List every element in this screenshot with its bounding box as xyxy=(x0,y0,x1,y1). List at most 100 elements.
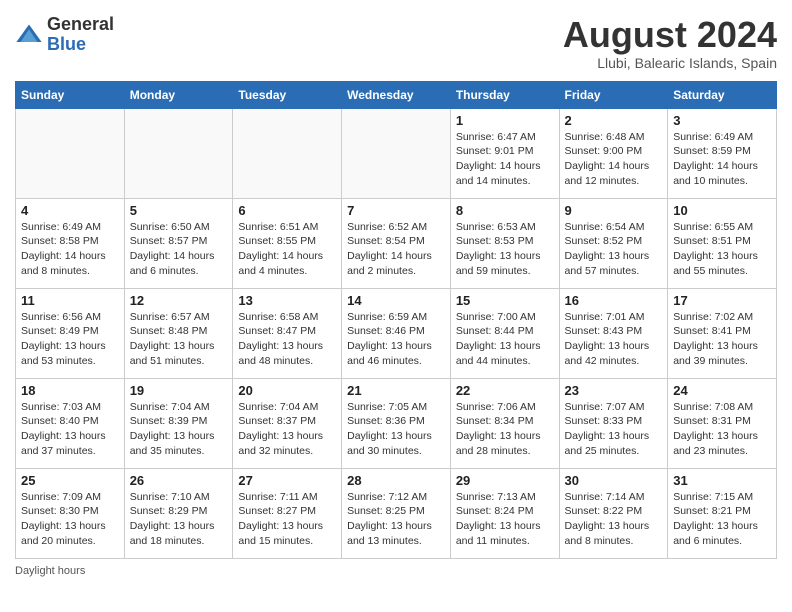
day-info: Sunrise: 7:06 AMSunset: 8:34 PMDaylight:… xyxy=(456,400,554,459)
day-number: 23 xyxy=(565,383,663,398)
calendar-cell: 10 Sunrise: 6:55 AMSunset: 8:51 PMDayligh… xyxy=(668,198,777,288)
day-number: 21 xyxy=(347,383,445,398)
day-number: 13 xyxy=(238,293,336,308)
title-section: August 2024 Llubi, Balearic Islands, Spa… xyxy=(563,15,777,71)
day-number: 30 xyxy=(565,473,663,488)
day-number: 24 xyxy=(673,383,771,398)
calendar-week-row: 4 Sunrise: 6:49 AMSunset: 8:58 PMDaylight… xyxy=(16,198,777,288)
day-info: Sunrise: 6:49 AMSunset: 8:59 PMDaylight:… xyxy=(673,130,771,189)
day-number: 14 xyxy=(347,293,445,308)
day-number: 5 xyxy=(130,203,228,218)
day-number: 29 xyxy=(456,473,554,488)
day-number: 3 xyxy=(673,113,771,128)
day-number: 15 xyxy=(456,293,554,308)
day-info: Sunrise: 7:10 AMSunset: 8:29 PMDaylight:… xyxy=(130,490,228,549)
logo-icon xyxy=(15,21,43,49)
day-number: 18 xyxy=(21,383,119,398)
calendar-cell: 8Sunrise: 6:53 AMSunset: 8:53 PMDaylight… xyxy=(450,198,559,288)
day-info: Sunrise: 6:52 AMSunset: 8:54 PMDaylight:… xyxy=(347,220,445,279)
day-number: 17 xyxy=(673,293,771,308)
header: General Blue August 2024 Llubi, Balearic… xyxy=(15,15,777,71)
day-header-monday: Monday xyxy=(124,81,233,108)
logo-text: General Blue xyxy=(47,15,114,55)
calendar-cell: 20Sunrise: 7:04 AMSunset: 8:37 PMDayligh… xyxy=(233,378,342,468)
day-number: 7 xyxy=(347,203,445,218)
calendar-cell: 14Sunrise: 6:59 AMSunset: 8:46 PMDayligh… xyxy=(342,288,451,378)
main-title: August 2024 xyxy=(563,15,777,55)
day-number: 22 xyxy=(456,383,554,398)
day-number: 8 xyxy=(456,203,554,218)
calendar-cell: 6 Sunrise: 6:51 AMSunset: 8:55 PMDaylight… xyxy=(233,198,342,288)
calendar-week-row: 11Sunrise: 6:56 AMSunset: 8:49 PMDayligh… xyxy=(16,288,777,378)
day-info: Sunrise: 7:05 AMSunset: 8:36 PMDaylight:… xyxy=(347,400,445,459)
day-info: Sunrise: 7:04 AMSunset: 8:39 PMDaylight:… xyxy=(130,400,228,459)
calendar-cell: 11Sunrise: 6:56 AMSunset: 8:49 PMDayligh… xyxy=(16,288,125,378)
calendar-cell: 28 Sunrise: 7:12 AMSunset: 8:25 PMDayligh… xyxy=(342,468,451,558)
day-info: Sunrise: 6:57 AMSunset: 8:48 PMDaylight:… xyxy=(130,310,228,369)
calendar-cell: 19 Sunrise: 7:04 AMSunset: 8:39 PMDayligh… xyxy=(124,378,233,468)
calendar-cell: 13Sunrise: 6:58 AMSunset: 8:47 PMDayligh… xyxy=(233,288,342,378)
calendar-cell: 9Sunrise: 6:54 AMSunset: 8:52 PMDaylight… xyxy=(559,198,668,288)
day-info: Sunrise: 6:47 AMSunset: 9:01 PMDaylight:… xyxy=(456,130,554,189)
day-number: 26 xyxy=(130,473,228,488)
calendar-cell: 21 Sunrise: 7:05 AMSunset: 8:36 PMDayligh… xyxy=(342,378,451,468)
day-number: 1 xyxy=(456,113,554,128)
day-info: Sunrise: 7:07 AMSunset: 8:33 PMDaylight:… xyxy=(565,400,663,459)
day-info: Sunrise: 7:01 AMSunset: 8:43 PMDaylight:… xyxy=(565,310,663,369)
day-header-wednesday: Wednesday xyxy=(342,81,451,108)
footer-daylight: Daylight hours xyxy=(15,565,777,577)
calendar-week-row: 25Sunrise: 7:09 AMSunset: 8:30 PMDayligh… xyxy=(16,468,777,558)
day-number: 16 xyxy=(565,293,663,308)
day-info: Sunrise: 6:51 AMSunset: 8:55 PMDaylight:… xyxy=(238,220,336,279)
day-info: Sunrise: 7:03 AMSunset: 8:40 PMDaylight:… xyxy=(21,400,119,459)
calendar-cell: 5Sunrise: 6:50 AMSunset: 8:57 PMDaylight… xyxy=(124,198,233,288)
calendar-cell: 24 Sunrise: 7:08 AMSunset: 8:31 PMDayligh… xyxy=(668,378,777,468)
day-info: Sunrise: 7:09 AMSunset: 8:30 PMDaylight:… xyxy=(21,490,119,549)
calendar-cell xyxy=(16,108,125,198)
day-info: Sunrise: 6:55 AMSunset: 8:51 PMDaylight:… xyxy=(673,220,771,279)
calendar-cell: 3 Sunrise: 6:49 AMSunset: 8:59 PMDaylight… xyxy=(668,108,777,198)
calendar-cell xyxy=(124,108,233,198)
day-number: 31 xyxy=(673,473,771,488)
day-header-tuesday: Tuesday xyxy=(233,81,342,108)
calendar-cell: 23 Sunrise: 7:07 AMSunset: 8:33 PMDayligh… xyxy=(559,378,668,468)
calendar-cell: 26 Sunrise: 7:10 AMSunset: 8:29 PMDayligh… xyxy=(124,468,233,558)
calendar-week-row: 18 Sunrise: 7:03 AMSunset: 8:40 PMDayligh… xyxy=(16,378,777,468)
calendar-table: SundayMondayTuesdayWednesdayThursdayFrid… xyxy=(15,81,777,559)
day-number: 19 xyxy=(130,383,228,398)
calendar-header-row: SundayMondayTuesdayWednesdayThursdayFrid… xyxy=(16,81,777,108)
day-number: 6 xyxy=(238,203,336,218)
day-info: Sunrise: 7:12 AMSunset: 8:25 PMDaylight:… xyxy=(347,490,445,549)
calendar-cell: 29 Sunrise: 7:13 AMSunset: 8:24 PMDayligh… xyxy=(450,468,559,558)
day-info: Sunrise: 7:04 AMSunset: 8:37 PMDaylight:… xyxy=(238,400,336,459)
calendar-cell: 18 Sunrise: 7:03 AMSunset: 8:40 PMDayligh… xyxy=(16,378,125,468)
day-info: Sunrise: 7:13 AMSunset: 8:24 PMDaylight:… xyxy=(456,490,554,549)
day-info: Sunrise: 7:11 AMSunset: 8:27 PMDaylight:… xyxy=(238,490,336,549)
calendar-week-row: 1 Sunrise: 6:47 AMSunset: 9:01 PMDaylight… xyxy=(16,108,777,198)
calendar-cell: 25Sunrise: 7:09 AMSunset: 8:30 PMDayligh… xyxy=(16,468,125,558)
calendar-cell: 16 Sunrise: 7:01 AMSunset: 8:43 PMDayligh… xyxy=(559,288,668,378)
day-header-sunday: Sunday xyxy=(16,81,125,108)
calendar-cell: 7 Sunrise: 6:52 AMSunset: 8:54 PMDaylight… xyxy=(342,198,451,288)
day-number: 4 xyxy=(21,203,119,218)
calendar-cell xyxy=(233,108,342,198)
calendar-cell: 22 Sunrise: 7:06 AMSunset: 8:34 PMDayligh… xyxy=(450,378,559,468)
day-number: 11 xyxy=(21,293,119,308)
day-number: 28 xyxy=(347,473,445,488)
day-info: Sunrise: 7:00 AMSunset: 8:44 PMDaylight:… xyxy=(456,310,554,369)
day-header-saturday: Saturday xyxy=(668,81,777,108)
day-header-friday: Friday xyxy=(559,81,668,108)
calendar-cell: 15 Sunrise: 7:00 AMSunset: 8:44 PMDayligh… xyxy=(450,288,559,378)
day-number: 9 xyxy=(565,203,663,218)
calendar-cell: 1 Sunrise: 6:47 AMSunset: 9:01 PMDaylight… xyxy=(450,108,559,198)
day-info: Sunrise: 7:14 AMSunset: 8:22 PMDaylight:… xyxy=(565,490,663,549)
day-number: 12 xyxy=(130,293,228,308)
day-info: Sunrise: 6:49 AMSunset: 8:58 PMDaylight:… xyxy=(21,220,119,279)
day-info: Sunrise: 7:08 AMSunset: 8:31 PMDaylight:… xyxy=(673,400,771,459)
day-number: 10 xyxy=(673,203,771,218)
day-info: Sunrise: 7:15 AMSunset: 8:21 PMDaylight:… xyxy=(673,490,771,549)
calendar-cell: 2Sunrise: 6:48 AMSunset: 9:00 PMDaylight… xyxy=(559,108,668,198)
calendar-cell: 27Sunrise: 7:11 AMSunset: 8:27 PMDayligh… xyxy=(233,468,342,558)
calendar-cell xyxy=(342,108,451,198)
logo: General Blue xyxy=(15,15,114,55)
